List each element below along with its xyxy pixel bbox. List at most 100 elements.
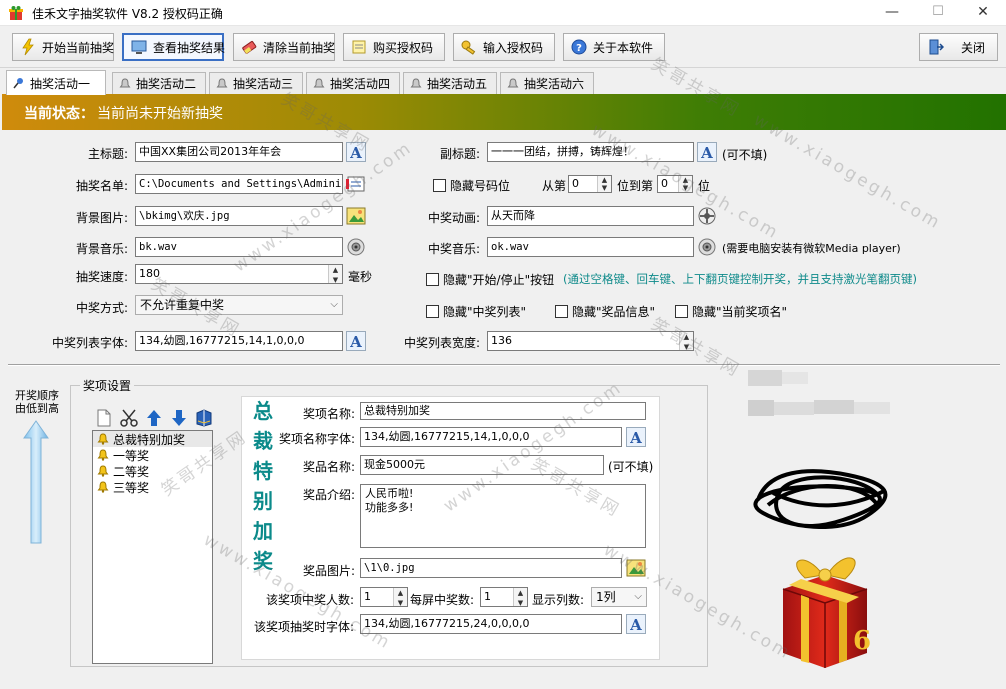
minimize-button[interactable]: — [869, 0, 915, 26]
hide-startstop-label: 隐藏"开始/停止"按钮 [443, 273, 555, 287]
enter-license-button[interactable]: 输入授权码 [453, 33, 555, 61]
ms-label: 毫秒 [348, 270, 373, 284]
cut-icon[interactable] [120, 409, 138, 427]
hide-curprize-checkbox[interactable] [675, 305, 688, 318]
title-bar: 佳禾文字抽奖软件 V8.2 授权码正确 — ☐ ✕ [0, 0, 1006, 26]
chevron-down-icon: ⌵ [330, 299, 338, 310]
from-label: 从第 [542, 179, 567, 193]
font-a-icon[interactable]: A [697, 142, 717, 162]
about-button[interactable]: ? 关于本软件 [563, 33, 665, 61]
eraser-icon [242, 40, 257, 54]
start-draw-button[interactable]: 开始当前抽奖 [12, 33, 114, 61]
prize-settings-title: 奖项设置 [80, 377, 135, 394]
per-screen-spinner[interactable]: ▲ ▼ [513, 588, 527, 606]
speaker-icon[interactable] [697, 237, 717, 257]
key-icon [461, 40, 476, 55]
window-close-button[interactable]: ✕ [960, 0, 1006, 26]
media-player-note: (需要电脑安装有微软Media player) [722, 242, 901, 255]
speed-spinner[interactable]: ▲ ▼ [328, 265, 342, 283]
hide-startstop-checkbox[interactable] [426, 273, 439, 286]
bg-music-label: 背景音乐: [75, 242, 128, 256]
close-app-button[interactable]: 关闭 [919, 33, 998, 61]
prize-name-font-input[interactable]: 134,幼圆,16777215,14,1,0,0,0 [360, 427, 622, 447]
app-icon [9, 6, 23, 20]
tab-label: 抽奖活动二 [136, 77, 197, 91]
view-results-button[interactable]: 查看抽奖结果 [122, 33, 225, 61]
list-path-input[interactable]: C:\Documents and Settings\Administ [135, 174, 343, 194]
tab-label: 抽奖活动四 [330, 77, 391, 91]
columns-value: 1列 [596, 590, 616, 604]
buy-license-button[interactable]: 购买授权码 [343, 33, 445, 61]
hide-prizeinfo-checkbox[interactable] [555, 305, 568, 318]
bell-icon [507, 77, 519, 87]
bell-icon [313, 77, 325, 87]
font-a-icon[interactable]: A [626, 427, 646, 447]
image-picker-icon[interactable] [346, 206, 366, 226]
clear-draw-button[interactable]: 清除当前抽奖 [233, 33, 335, 61]
status-value: 当前尚未开始新抽奖 [97, 106, 223, 122]
vertical-char: 加 [253, 519, 273, 543]
bell-icon [216, 77, 228, 87]
tab-activity-4[interactable]: 抽奖活动四 [306, 72, 400, 94]
from-value: 0 [572, 177, 579, 190]
from-spinner[interactable]: ▲ ▼ [597, 176, 611, 192]
tab-activity-6[interactable]: 抽奖活动六 [500, 72, 594, 94]
activity-tabs: 抽奖活动一 抽奖活动二 抽奖活动三 抽奖活动四 抽奖活动五 抽奖活动六 [0, 70, 1006, 95]
prize-vertical-title: 总 裁 特 别 加 奖 [250, 396, 276, 576]
from-position-input[interactable]: 0 ▲ ▼ [568, 175, 612, 193]
win-anim-input[interactable]: 从天而降 [487, 206, 694, 226]
draw-font-input[interactable]: 134,幼圆,16777215,24,0,0,0,0 [360, 614, 622, 634]
main-title-input[interactable]: 中国XX集团公司2013年年会 [135, 142, 343, 162]
tab-label: 抽奖活动六 [524, 77, 585, 91]
order-line2: 由低到高 [15, 402, 59, 415]
tab-activity-5[interactable]: 抽奖活动五 [403, 72, 497, 94]
note-icon [352, 40, 366, 54]
per-screen-label: 每屏中奖数: [410, 593, 475, 607]
hide-winlist-checkbox[interactable] [426, 305, 439, 318]
subtitle-optional-hint: (可不填) [722, 148, 768, 162]
start-draw-label: 开始当前抽奖 [42, 40, 115, 55]
list-item-label: 一等奖 [113, 448, 150, 463]
maximize-button[interactable]: ☐ [915, 0, 961, 26]
move-up-icon[interactable] [146, 409, 162, 427]
columns-label: 显示列数: [532, 593, 585, 607]
bg-image-label: 背景图片: [75, 211, 128, 225]
font-a-icon[interactable]: A [346, 331, 366, 351]
buy-license-label: 购买授权码 [373, 40, 434, 55]
bell-icon [97, 433, 109, 445]
pin-icon [13, 78, 23, 89]
tab-activity-1[interactable]: 抽奖活动一 [6, 70, 106, 95]
enter-license-label: 输入授权码 [483, 40, 544, 55]
svg-text:?: ? [576, 43, 582, 54]
win-anim-label: 中奖动画: [427, 211, 480, 225]
window-title: 佳禾文字抽奖软件 V8.2 授权码正确 [32, 7, 223, 21]
hide-winlist-label: 隐藏"中奖列表" [443, 305, 527, 319]
item-optional-hint: (可不填) [608, 460, 654, 474]
list-item-label: 总裁特别加奖 [113, 432, 186, 447]
list-item[interactable]: 总裁特别加奖 [93, 431, 212, 447]
font-label: 中奖列表字体: [51, 336, 128, 350]
count-input[interactable]: 1 ▲ ▼ [360, 587, 408, 607]
close-app-label: 关闭 [961, 40, 986, 55]
tab-activity-2[interactable]: 抽奖活动二 [112, 72, 206, 94]
font-a-icon[interactable]: A [626, 614, 646, 634]
per-screen-input[interactable]: 1 ▲ ▼ [480, 587, 528, 607]
move-down-icon[interactable] [171, 409, 187, 427]
list-font-input[interactable]: 134,幼圆,16777215,14,1,0,0,0 [135, 331, 343, 351]
chevron-down-icon: ⌵ [634, 591, 642, 602]
columns-select[interactable]: 1列 ⌵ [591, 587, 647, 607]
scribble-redaction [753, 469, 888, 529]
clear-draw-label: 清除当前抽奖 [263, 40, 336, 55]
count-spinner[interactable]: ▲ ▼ [393, 588, 407, 606]
speaker-icon[interactable] [346, 237, 366, 257]
prize-image-input[interactable]: \1\0.jpg [360, 558, 622, 578]
new-prize-icon[interactable] [96, 409, 112, 427]
intro-label: 奖品介绍: [302, 488, 355, 502]
win-music-input[interactable]: ok.wav [487, 237, 694, 257]
hide-curprize-label: 隐藏"当前奖项名" [692, 305, 788, 319]
about-label: 关于本软件 [593, 40, 654, 55]
book-icon[interactable] [195, 409, 213, 427]
item-name-label: 奖品名称: [302, 460, 355, 474]
hide-digits-checkbox[interactable] [433, 179, 446, 192]
svg-text:6: 6 [853, 626, 871, 656]
